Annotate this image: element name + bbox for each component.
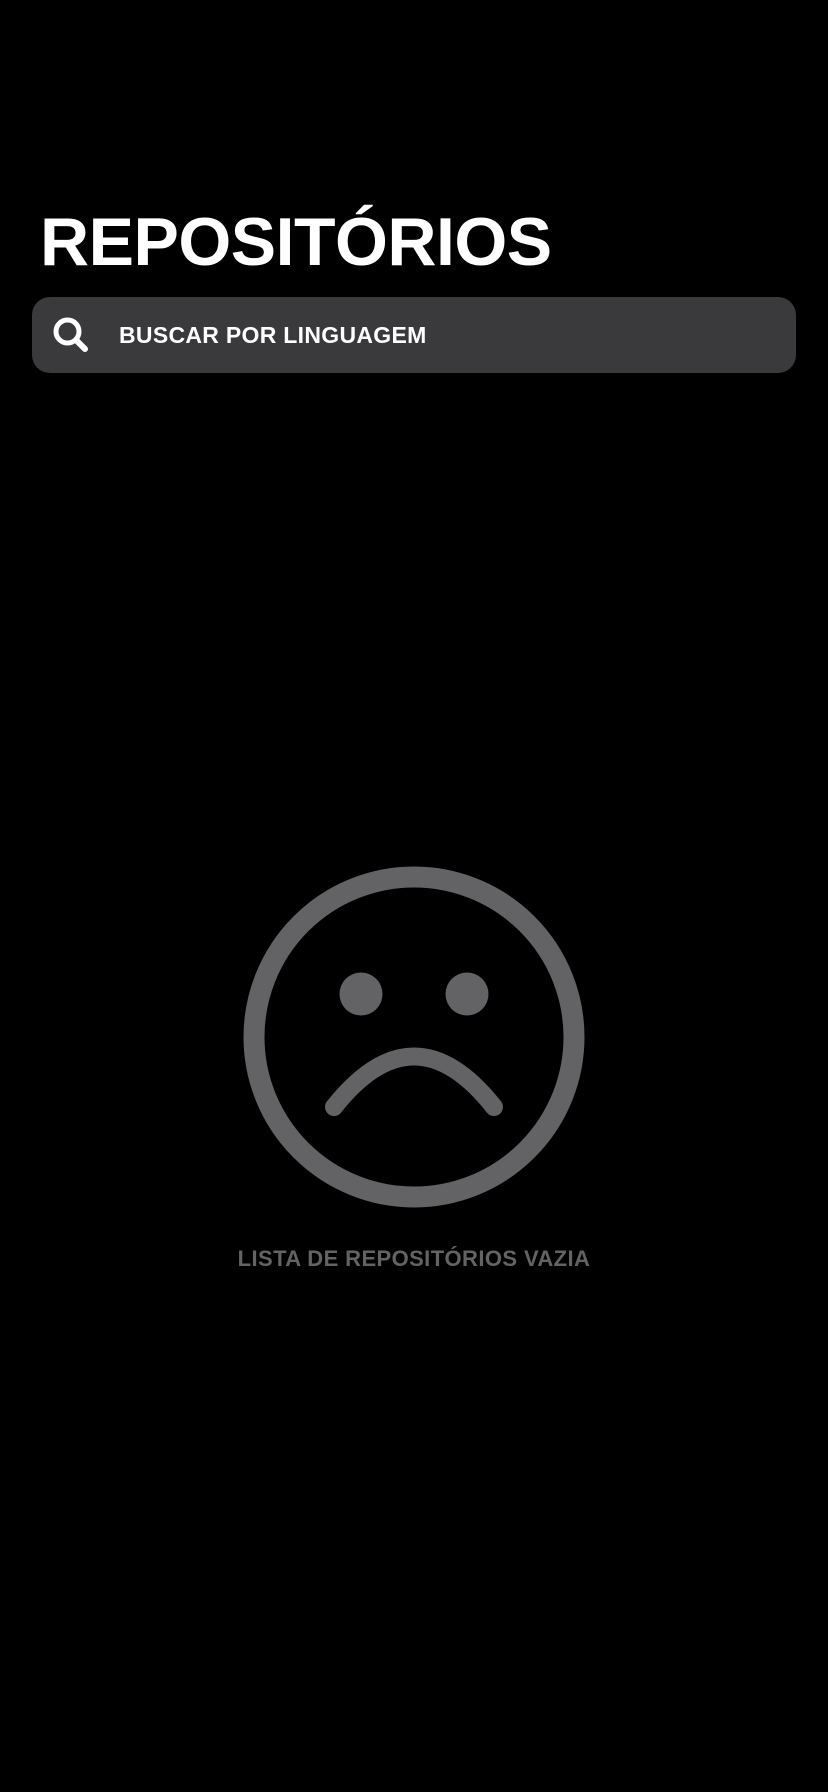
- search-bar[interactable]: [32, 297, 796, 373]
- empty-state: LISTA DE REPOSITÓRIOS VAZIA: [0, 866, 828, 1272]
- sad-face-icon: [243, 866, 585, 1208]
- empty-state-message: LISTA DE REPOSITÓRIOS VAZIA: [237, 1246, 591, 1271]
- page-title: REPOSITÓRIOS: [40, 204, 552, 280]
- search-input[interactable]: [119, 297, 796, 373]
- search-icon: [52, 316, 90, 354]
